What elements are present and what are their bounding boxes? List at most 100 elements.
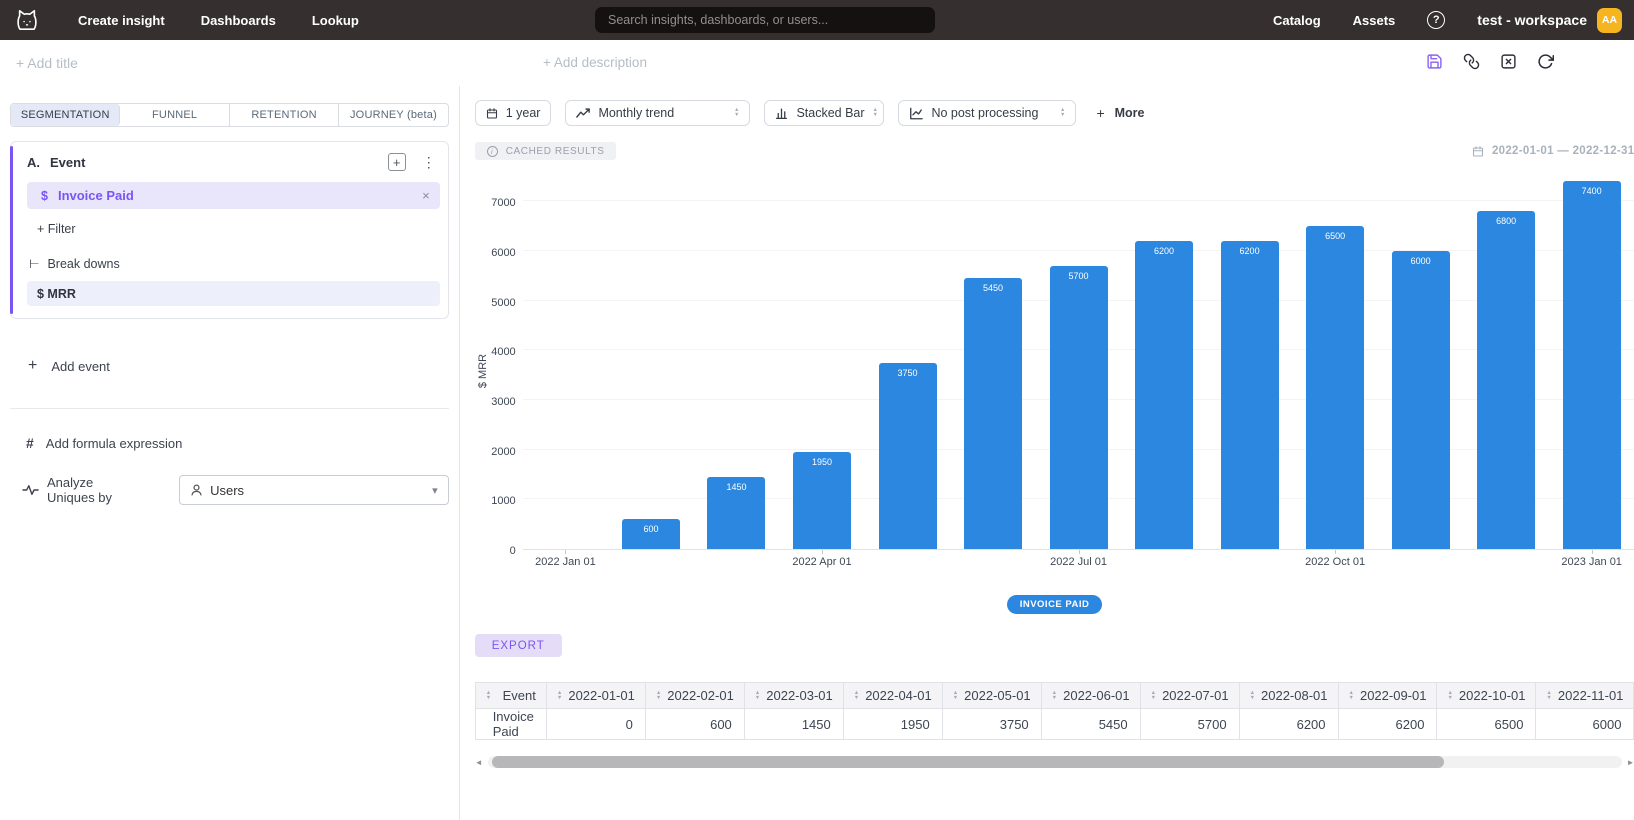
avatar[interactable]: AA [1597,8,1622,33]
y-tick-label: 7000 [491,197,515,209]
sort-icon[interactable]: ▲▼ [1151,691,1156,701]
row-label-cell: Invoice Paid [475,709,546,740]
sort-icon[interactable]: ▲▼ [1349,691,1354,701]
clear-insight-icon[interactable] [1500,53,1517,70]
bar[interactable]: 6200 [1221,241,1279,549]
sort-icon[interactable]: ▲▼ [953,691,958,701]
sort-icon[interactable]: ▲▼ [557,691,562,701]
sort-icon[interactable]: ▲▼ [854,691,859,701]
x-tick [1079,550,1080,554]
nav-item-dashboards[interactable]: Dashboards [201,13,276,28]
bar[interactable]: 5700 [1050,266,1108,549]
save-icon[interactable] [1426,53,1443,70]
post-processing-select[interactable]: No post processing ▲▼ [898,100,1076,126]
bar[interactable]: 1450 [707,477,765,549]
scrollbar-thumb[interactable] [492,756,1444,768]
column-label: 2022-02-01 [667,688,734,703]
column-header-2022-03-01[interactable]: ▲▼2022-03-01 [744,683,843,709]
bar[interactable]: 6800 [1477,211,1535,549]
trend-select[interactable]: Monthly trend ▲▼ [565,100,750,126]
duplicate-group-icon[interactable]: + [388,153,406,171]
app-logo-cat-icon[interactable] [12,7,42,33]
sort-icon[interactable]: ▲▼ [486,691,491,701]
add-formula-button[interactable]: # Add formula expression [26,435,449,451]
bar[interactable]: 1950 [793,452,851,549]
tab-retention[interactable]: RETENTION [230,104,339,126]
workspace-switcher[interactable]: test - workspace AA [1477,8,1622,33]
sort-icon[interactable]: ▲▼ [1546,691,1551,701]
breakdown-item-mrr[interactable]: $ MRR [27,281,440,306]
add-filter-button[interactable]: + Filter [37,222,440,236]
y-tick-label: 1000 [491,495,515,507]
activity-icon [22,483,39,497]
tab-funnel[interactable]: FUNNEL [120,104,229,126]
sort-icon[interactable]: ▲▼ [755,691,760,701]
search-input[interactable] [595,7,935,33]
bar-value-label: 6000 [1392,256,1450,266]
bar[interactable]: 3750 [879,363,937,549]
sort-icon[interactable]: ▲▼ [656,691,661,701]
column-header-2022-02-01[interactable]: ▲▼ 2022-02-01 [645,683,744,709]
table-body: Invoice Paid0600145019503750545057006200… [475,709,1634,740]
bar[interactable]: 7400 [1563,181,1621,549]
column-header-2022-05-01[interactable]: ▲▼ 2022-05-01 [942,683,1041,709]
nav-item-create-insight[interactable]: Create insight [78,13,165,28]
column-header-2022-07-01[interactable]: ▲▼2022-07-01 [1140,683,1239,709]
sort-icon[interactable]: ▲▼ [1447,691,1452,701]
chevron-down-icon: ▾ [432,484,438,497]
scroll-left-icon[interactable]: ◄ [475,758,483,767]
scrollbar-track[interactable] [488,756,1622,768]
scroll-right-icon[interactable]: ► [1627,758,1634,767]
uniques-entity-select[interactable]: Users ▾ [179,475,449,505]
selected-event-row[interactable]: $ Invoice Paid × [27,182,440,209]
column-header-2022-08-01[interactable]: ▲▼2022-08-01 [1239,683,1338,709]
copy-link-icon[interactable] [1463,53,1480,70]
column-header-2022-04-01[interactable]: ▲▼ 2022-04-01 [843,683,942,709]
column-label: 2022-10-01 [1459,688,1526,703]
help-icon[interactable]: ? [1427,11,1445,29]
add-event-label: Add event [51,359,110,374]
add-event-button[interactable]: + Add event [28,357,449,375]
kebab-menu-icon[interactable]: ⋮ [422,154,436,171]
x-tick-label: 2022 Apr 01 [792,556,851,568]
refresh-icon[interactable] [1537,53,1554,70]
more-label: More [1115,106,1145,120]
bar-slot: 6200 [1207,241,1293,549]
column-header-2022-11-01[interactable]: ▲▼2022-11-01 [1536,683,1634,709]
bar[interactable]: 6500 [1306,226,1364,549]
tab-segmentation[interactable]: SEGMENTATION [11,104,120,126]
sort-icon[interactable]: ▲▼ [1250,691,1255,701]
bar[interactable]: 6000 [1392,251,1450,549]
remove-event-icon[interactable]: × [422,188,430,203]
nav-item-assets[interactable]: Assets [1353,13,1396,28]
bar-value-label: 3750 [879,368,937,378]
tab-journey-beta[interactable]: JOURNEY (beta) [339,104,447,126]
value-cell: 1450 [744,709,843,740]
uniques-entity-value: Users [210,483,432,498]
date-range-button[interactable]: 1 year [475,100,552,126]
sort-icon[interactable]: ▲▼ [1052,691,1057,701]
column-label: 2022-05-01 [964,688,1031,703]
bar[interactable]: 600 [622,519,680,549]
add-title-button[interactable]: + Add title [16,55,78,71]
add-description-button[interactable]: + Add description [543,55,647,70]
post-processing-value: No post processing [931,106,1052,120]
export-button[interactable]: EXPORT [475,634,562,657]
bar[interactable]: 6200 [1135,241,1193,549]
nav-item-lookup[interactable]: Lookup [312,13,359,28]
x-axis: 2022 Jan 012022 Apr 012022 Jul 012022 Oc… [523,551,1634,571]
bar-value-label: 6200 [1135,246,1193,256]
column-header-2022-10-01[interactable]: ▲▼ 2022-10-01 [1437,683,1536,709]
legend-item-invoice-paid[interactable]: INVOICE PAID [1007,595,1103,614]
column-header-2022-09-01[interactable]: ▲▼2022-09-01 [1338,683,1437,709]
bar[interactable]: 5450 [964,278,1022,549]
bar-slot: 6500 [1292,226,1378,549]
bar-slot: 7400 [1549,181,1634,549]
nav-item-catalog[interactable]: Catalog [1273,13,1321,28]
column-header-2022-06-01[interactable]: ▲▼2022-06-01 [1041,683,1140,709]
column-header-2022-01-01[interactable]: ▲▼2022-01-01 [546,683,645,709]
column-label: 2022-04-01 [865,688,932,703]
more-button[interactable]: + More [1096,105,1144,121]
column-header-event[interactable]: ▲▼Event [475,683,546,709]
chart-type-select[interactable]: Stacked Bar ▲▼ [764,100,884,126]
